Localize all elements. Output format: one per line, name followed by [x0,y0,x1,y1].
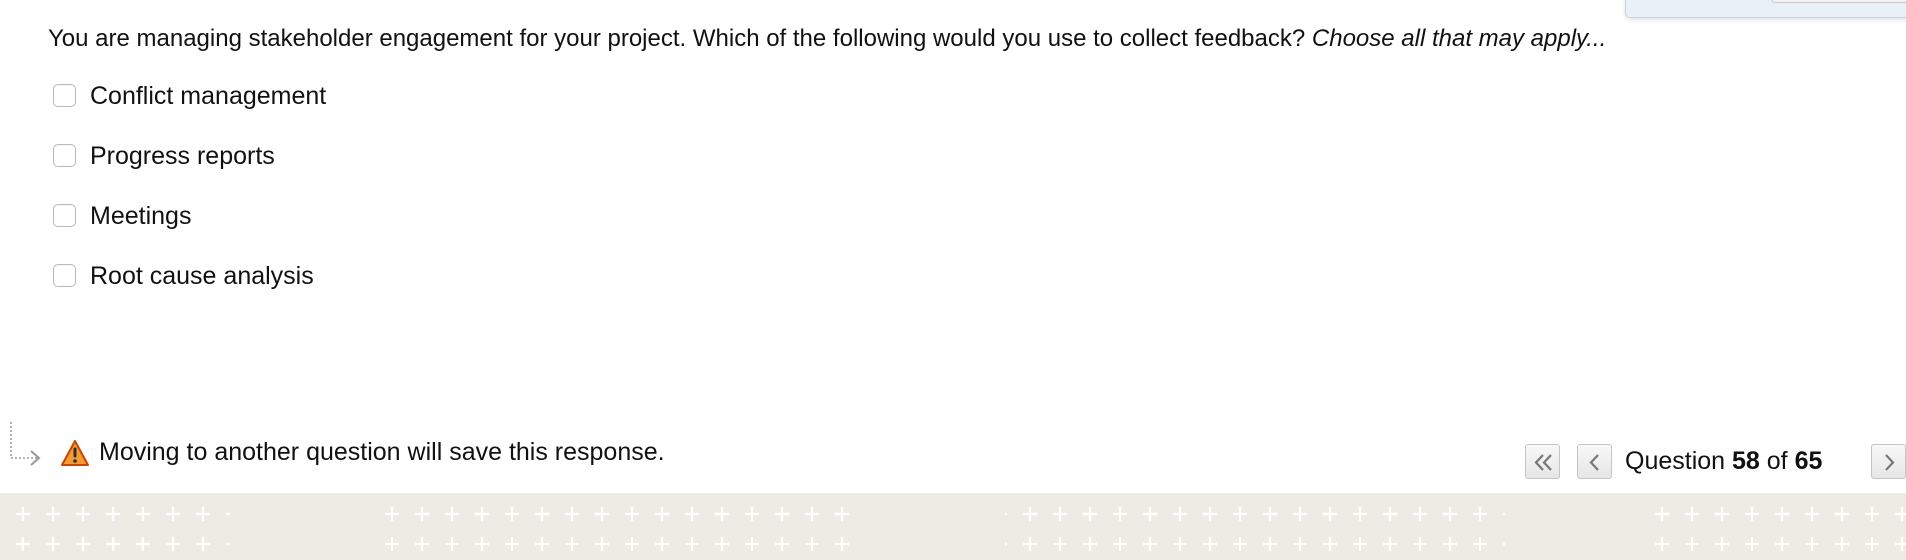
of-word: of [1766,447,1788,475]
answer-label[interactable]: Conflict management [90,82,326,110]
answer-option[interactable]: Meetings [53,202,326,262]
answer-option[interactable]: Root cause analysis [53,262,326,322]
question-counter: Question 58 of 65 [1625,446,1822,476]
plus-pattern-right [1640,493,1906,560]
answer-label[interactable]: Meetings [90,202,191,230]
answer-label[interactable]: Progress reports [90,142,275,170]
decorative-pattern-band [0,493,1906,560]
plus-pattern-middle-left [372,493,862,560]
warning-icon [61,440,89,466]
total-question-number: 65 [1794,447,1823,475]
plus-pattern-middle-right [1005,493,1505,560]
top-panel-edge [1625,0,1906,18]
chevron-right-icon [1885,454,1895,471]
answer-checkbox[interactable] [53,84,76,107]
redirect-arrow-icon [10,422,41,466]
plus-pattern-left [0,493,230,560]
question-text: You are managing stakeholder engagement … [48,25,1306,52]
question-hint: Choose all that may apply... [1311,25,1607,52]
next-question-button[interactable] [1871,444,1906,479]
question-prompt: You are managing stakeholder engagement … [48,24,1606,54]
answer-checkbox[interactable] [53,144,76,167]
answer-option[interactable]: Progress reports [53,142,326,202]
top-panel-control [1771,0,1906,3]
current-question-number: 58 [1732,447,1760,475]
answer-checkbox[interactable] [53,204,76,227]
save-note: Moving to another question will save thi… [99,438,665,466]
answer-option[interactable]: Conflict management [53,82,326,142]
answer-label[interactable]: Root cause analysis [90,262,314,290]
previous-question-button[interactable] [1577,444,1612,479]
answer-checkbox[interactable] [53,264,76,287]
question-navigation: Question 58 of 65 [1516,442,1906,482]
first-question-button[interactable] [1525,444,1560,479]
double-chevron-left-icon [1534,454,1552,471]
chevron-left-icon [1589,454,1599,471]
question-word: Question [1625,447,1726,475]
response-footer: Moving to another question will save thi… [0,418,1906,488]
answer-options: Conflict management Progress reports Mee… [53,82,326,322]
